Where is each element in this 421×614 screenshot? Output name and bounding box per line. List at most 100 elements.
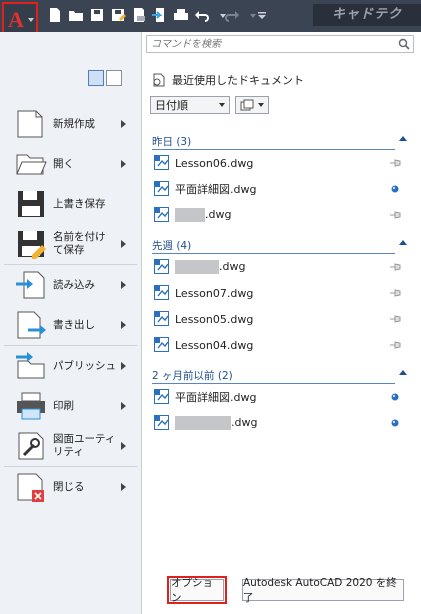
options-button[interactable]: オプション — [167, 576, 227, 604]
collapse-chevron-icon[interactable] — [399, 370, 407, 375]
pushpin-icon[interactable] — [389, 340, 401, 350]
qat-icon-group — [46, 6, 266, 24]
document-view-toggle — [88, 70, 124, 86]
menu-item-save[interactable]: 上書き保存 — [0, 184, 141, 224]
file-name: 平面詳細図.dwg — [175, 183, 257, 196]
recent-documents-title: 最近使用したドキュメント — [172, 74, 304, 87]
menu-item-drawing-utilities[interactable]: 図面ユーティ リティ — [0, 426, 141, 466]
redacted-filename-block — [175, 260, 219, 274]
icon-view-icon — [240, 99, 254, 111]
file-group-header[interactable]: 2 ヶ月前以前 (2) — [142, 366, 421, 384]
printer-icon — [17, 392, 45, 420]
menu-item-label: 上書き保存 — [53, 197, 106, 210]
file-name: 平面詳細図.dwg — [175, 391, 257, 404]
dwg-file-icon — [154, 284, 170, 301]
menu-item-print[interactable]: 印刷 — [0, 386, 141, 426]
submenu-arrow-icon — [121, 483, 126, 491]
search-icon[interactable] — [398, 38, 410, 50]
brand-logo: キャドテク — [313, 4, 421, 26]
chevron-down-icon — [219, 103, 225, 107]
close-document-icon — [17, 473, 44, 502]
dwg-file-icon — [154, 414, 170, 431]
sort-order-value: 日付順 — [155, 99, 188, 112]
file-extension: .dwg — [231, 416, 258, 429]
menu-item-save-as[interactable]: 名前を付け て保存 — [0, 224, 141, 264]
pushpin-icon[interactable] — [389, 158, 401, 168]
export-icon[interactable] — [151, 6, 169, 24]
submenu-arrow-icon — [121, 442, 126, 450]
sort-order-dropdown[interactable]: 日付順 — [150, 96, 230, 114]
submenu-arrow-icon — [121, 321, 126, 329]
menu-item-label: 読み込み — [53, 278, 95, 291]
pinned-icon[interactable] — [389, 392, 401, 402]
quick-access-toolbar: A キャドテク — [0, 0, 421, 36]
recent-file-item[interactable]: .dwg — [142, 254, 421, 280]
print-preview-icon[interactable] — [130, 6, 148, 24]
open-documents-toggle-icon[interactable] — [106, 70, 122, 86]
display-mode-dropdown[interactable] — [235, 96, 269, 114]
save-icon[interactable] — [88, 6, 106, 24]
collapse-chevron-icon[interactable] — [399, 136, 407, 141]
command-search-box — [146, 35, 414, 53]
dwg-file-icon — [154, 258, 170, 275]
wrench-icon — [18, 432, 44, 460]
menu-item-export[interactable]: 書き出し — [0, 305, 141, 345]
recent-file-item[interactable]: Lesson07.dwg — [142, 280, 421, 306]
recent-file-item[interactable]: .dwg — [142, 202, 421, 228]
import-icon — [16, 271, 45, 299]
new-icon[interactable] — [46, 6, 64, 24]
redo-icon[interactable] — [223, 6, 241, 24]
redo-dropdown-icon[interactable] — [244, 6, 256, 24]
recent-file-item[interactable]: 平面詳細図.dwg — [142, 176, 421, 202]
recent-file-item[interactable]: .dwg — [142, 410, 421, 436]
pushpin-icon[interactable] — [389, 262, 401, 272]
file-group-header[interactable]: 先週 (4) — [142, 236, 421, 254]
pushpin-icon[interactable] — [389, 210, 401, 220]
menu-item-open[interactable]: 開く — [0, 144, 141, 184]
menu-item-new[interactable]: 新規作成 — [0, 104, 141, 144]
application-menu-button[interactable]: A — [2, 2, 38, 36]
menu-item-label: 名前を付け て保存 — [53, 231, 106, 256]
recent-file-item[interactable]: 平面詳細図.dwg — [142, 384, 421, 410]
pinned-icon[interactable] — [389, 184, 401, 194]
file-group-header[interactable]: 昨日 (3) — [142, 132, 421, 150]
customize-qat-icon[interactable] — [253, 6, 266, 24]
file-name: Lesson06.dwg — [175, 156, 254, 170]
menu-item-import[interactable]: 読み込み — [0, 265, 141, 305]
save-as-icon[interactable] — [109, 6, 127, 24]
undo-icon[interactable] — [193, 6, 211, 24]
save-icon — [18, 191, 44, 217]
exit-autocad-button[interactable]: Autodesk AutoCAD 2020 を終了 — [242, 577, 404, 604]
submenu-arrow-icon — [121, 120, 126, 128]
dwg-file-icon — [154, 180, 170, 197]
pinned-icon[interactable] — [389, 418, 401, 428]
menu-item-label: パブリッシュ — [53, 359, 116, 372]
recent-documents-toggle-icon[interactable] — [88, 70, 104, 86]
search-input[interactable] — [147, 36, 395, 52]
save-as-icon — [18, 231, 46, 259]
recent-file-item[interactable]: Lesson06.dwg — [142, 150, 421, 176]
file-name: Lesson07.dwg — [175, 286, 254, 300]
application-menu-panel: 新規作成 開く 上書き保存 名前を付け て保存 読み込み 書き出し パブリッシュ… — [0, 32, 142, 614]
recent-documents-icon — [153, 73, 165, 87]
menu-item-publish[interactable]: パブリッシュ — [0, 346, 141, 386]
file-name: Lesson05.dwg — [175, 312, 254, 326]
file-name: .dwg — [175, 260, 245, 274]
dwg-file-icon — [154, 336, 170, 353]
file-group-title: 昨日 (3) — [152, 135, 192, 148]
pushpin-icon[interactable] — [389, 314, 401, 324]
file-group-title: 2 ヶ月前以前 (2) — [152, 369, 233, 382]
pushpin-icon[interactable] — [389, 288, 401, 298]
file-name: .dwg — [175, 416, 257, 430]
publish-icon — [16, 352, 45, 379]
collapse-chevron-icon[interactable] — [399, 240, 407, 245]
menu-item-close[interactable]: 閉じる — [0, 467, 141, 507]
recent-file-item[interactable]: Lesson05.dwg — [142, 306, 421, 332]
open-icon[interactable] — [67, 6, 85, 24]
undo-dropdown-icon[interactable] — [214, 6, 226, 24]
print-icon[interactable] — [172, 6, 190, 24]
recent-file-item[interactable]: Lesson04.dwg — [142, 332, 421, 358]
new-document-icon — [17, 110, 43, 138]
